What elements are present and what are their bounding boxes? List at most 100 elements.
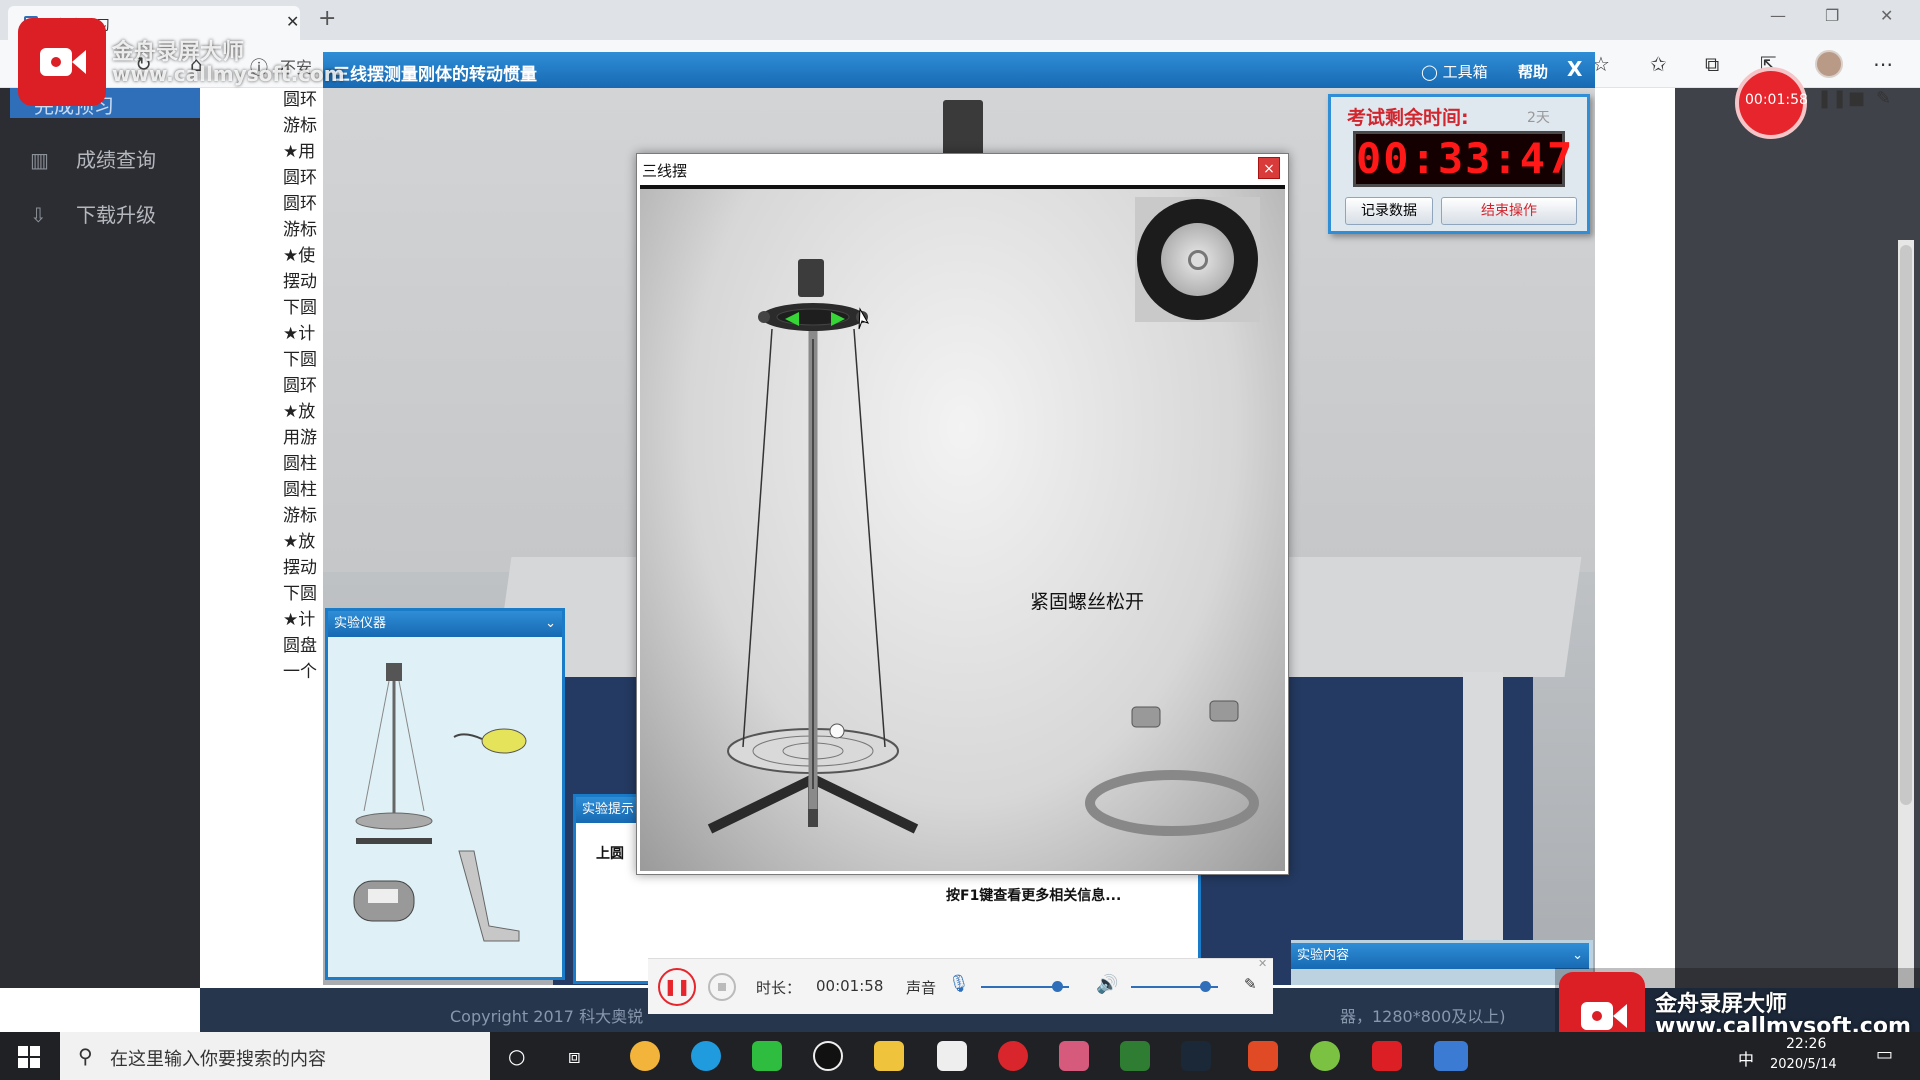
apparatus-top (943, 100, 983, 160)
restore-icon[interactable]: ❐ (1825, 6, 1839, 25)
tape-measure (481, 728, 527, 754)
clock-time[interactable]: 22:26 (1786, 1036, 1826, 1052)
level-bubble-dot (1188, 250, 1208, 270)
pause-button[interactable]: ❚❚ (658, 968, 696, 1006)
experiment-title: 三线摆测量刚体的转动惯量 (333, 65, 537, 85)
content-line: 圆盘 (283, 636, 317, 656)
wechat-icon[interactable] (752, 1041, 782, 1071)
timer-label: 考试剩余时间: (1347, 107, 1469, 129)
netease-music-icon[interactable] (998, 1041, 1028, 1071)
end-operation-button[interactable]: 结束操作 (1441, 197, 1577, 225)
experiment-title-bar: 三线摆测量刚体的转动惯量 ◯ 工具箱 帮助 X (323, 52, 1595, 88)
duration-value: 00:01:58 (816, 977, 884, 995)
notification-icon[interactable]: ▭ (1876, 1044, 1893, 1065)
dialog-close-button[interactable]: × (1258, 157, 1280, 179)
watermark-site: www.callmysoft.com (112, 62, 345, 86)
pen-icon[interactable]: ✎ (1876, 88, 1891, 109)
edge-icon[interactable] (691, 1041, 721, 1071)
content-line: 用游 (283, 428, 317, 448)
mic-volume-slider[interactable] (1051, 981, 1063, 992)
steam-icon[interactable] (1181, 1041, 1211, 1071)
content-line: ★放 (283, 532, 316, 552)
content-line: 游标 (283, 116, 317, 136)
tab-close-icon[interactable]: ✕ (286, 12, 299, 31)
stop-icon[interactable]: ■ (1848, 88, 1865, 109)
office-icon[interactable] (1248, 1041, 1278, 1071)
camera-dot (51, 57, 61, 67)
download-icon: ⇩ (30, 203, 47, 227)
sidebar-item-label: 下载升级 (76, 203, 156, 227)
browser-app-icon[interactable] (1310, 1041, 1340, 1071)
metal-ring (1085, 770, 1259, 836)
speaker-volume-slider[interactable] (1199, 981, 1211, 992)
qq-icon[interactable] (813, 1041, 843, 1071)
timer-display: 00:33:47 (1353, 131, 1572, 187)
ime-indicator[interactable]: 中 (1738, 1046, 1754, 1070)
status-message: 紧固螺丝松开 (1030, 591, 1145, 613)
instruments-illustration (353, 663, 527, 942)
content-title: 实验内容 (1297, 948, 1350, 963)
pendulum-dialog: 三线摆 × 紧固螺丝松开 (636, 153, 1289, 875)
active-window-icon[interactable] (1434, 1041, 1468, 1071)
content-line: 圆环 (283, 90, 317, 110)
more-icon[interactable]: ⋯ (1873, 52, 1893, 76)
recorder-app-icon[interactable] (1372, 1041, 1402, 1071)
collections-icon[interactable]: ⧉ (1705, 52, 1719, 76)
content-line: ★使 (283, 246, 316, 266)
timer-screen (368, 889, 398, 903)
speaker-icon[interactable]: 🔊 (1096, 974, 1118, 995)
task-view-icon[interactable]: ⧈ (568, 1044, 581, 1068)
content-line: 游标 (283, 506, 317, 526)
cylinder-weight (1131, 706, 1161, 728)
window-close-icon[interactable]: ✕ (1880, 6, 1893, 25)
stop-button[interactable] (708, 973, 736, 1001)
instruments-title: 实验仪器 (334, 616, 387, 631)
weather-app-icon[interactable] (630, 1041, 660, 1071)
content-line: 圆环 (283, 376, 317, 396)
exam-timer-panel: 考试剩余时间: 2天 00:33:47 记录数据 结束操作 (1328, 94, 1590, 234)
search-placeholder: 在这里输入你要搜索的内容 (110, 1049, 326, 1070)
player-icon[interactable] (1120, 1041, 1150, 1071)
collapse-icon[interactable]: ⌄ (1572, 943, 1583, 969)
help-button[interactable]: 帮助 (1518, 61, 1548, 82)
avatar[interactable] (1815, 50, 1843, 78)
cortana-icon[interactable]: ○ (508, 1044, 525, 1068)
media-app-icon[interactable] (1059, 1041, 1089, 1071)
page-margin (1675, 88, 1920, 988)
copyright-text: Copyright 2017 科大奥锐 (450, 1007, 644, 1026)
cylinder-weight (1209, 700, 1239, 722)
clock-date[interactable]: 2020/5/14 (1770, 1057, 1837, 1072)
taskbar: ⚲ 在这里输入你要搜索的内容 ○ ⧈ 中 ▭ (0, 1032, 1920, 1080)
scrollbar-thumb[interactable] (1900, 245, 1912, 805)
pause-icon[interactable]: ❚❚ (1817, 88, 1847, 109)
search-icon: ⚲ (78, 1044, 93, 1068)
sidebar-item-download[interactable]: ⇩ 下载升级 (30, 199, 156, 228)
content-line: 下圆 (283, 584, 317, 604)
favorites-icon[interactable]: ✩ (1650, 52, 1667, 76)
content-line: 摆动 (283, 272, 317, 292)
toolbox-button[interactable]: ◯ 工具箱 (1421, 61, 1488, 82)
windows-start-icon[interactable] (18, 1046, 40, 1068)
minimize-icon[interactable]: — (1770, 6, 1786, 25)
upper-clamp (798, 259, 824, 297)
store-icon[interactable] (937, 1041, 967, 1071)
sidebar-item-grades[interactable]: ▥ 成绩查询 (30, 144, 156, 173)
vernier-caliper (458, 850, 520, 942)
collapse-icon[interactable]: ⌄ (545, 611, 556, 637)
experiment-close-button[interactable]: X (1567, 57, 1582, 81)
new-tab-button[interactable]: + (318, 6, 336, 31)
bar-chart-icon: ▥ (30, 148, 49, 172)
content-line: 下圆 (283, 350, 317, 370)
content-line: ★计 (283, 610, 316, 630)
pen-icon[interactable]: ✎ (1244, 975, 1257, 993)
toolbox-label: 工具箱 (1442, 63, 1488, 81)
content-header: 实验内容 ⌄ (1291, 943, 1589, 969)
sidebar-item-label: 成绩查询 (76, 148, 156, 172)
camera-lens (72, 50, 86, 74)
bar-close-icon[interactable]: ✕ (1258, 957, 1267, 970)
microphone-icon[interactable]: 🎙 (948, 974, 970, 994)
file-explorer-icon[interactable] (874, 1041, 904, 1071)
taskbar-search[interactable]: ⚲ 在这里输入你要搜索的内容 (60, 1032, 490, 1080)
pendulum-top (386, 663, 402, 681)
record-data-button[interactable]: 记录数据 (1345, 197, 1433, 225)
